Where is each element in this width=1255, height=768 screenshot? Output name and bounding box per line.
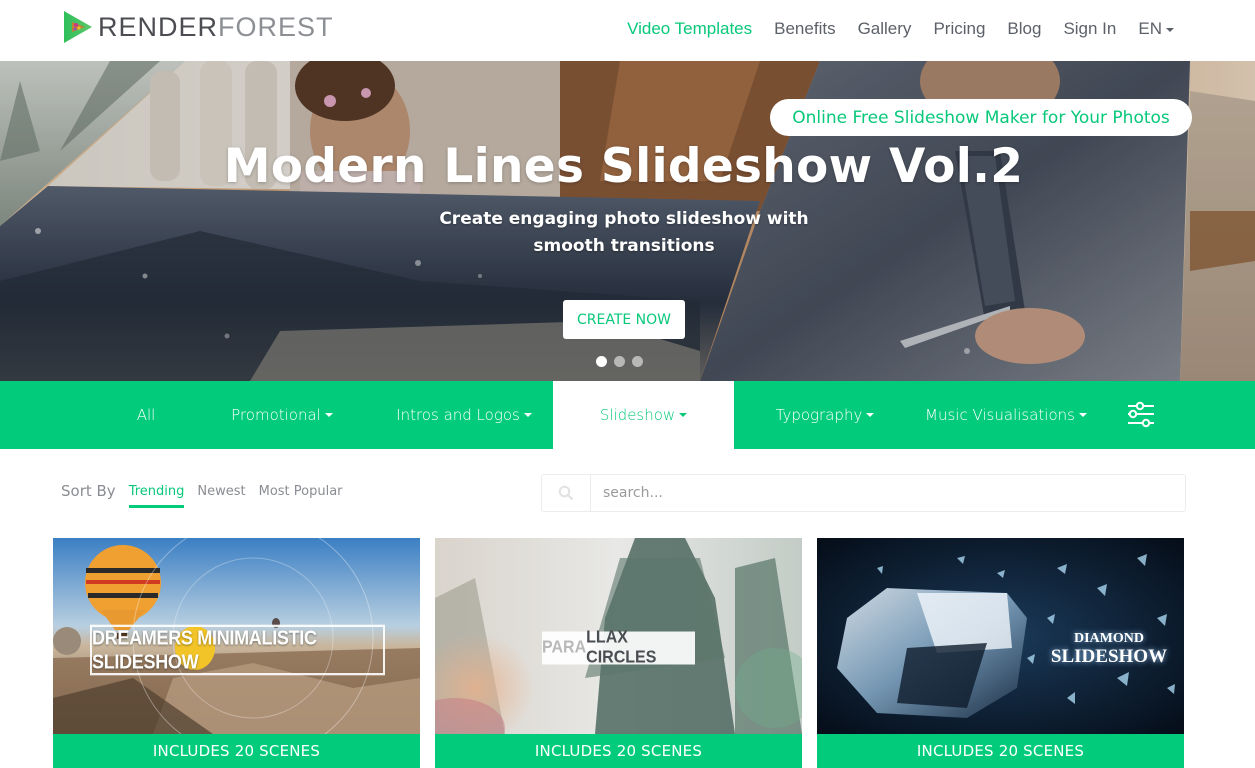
template-card[interactable]: DREAMERS MINIMALISTIC SLIDESHOW INCLUDES…: [53, 538, 420, 768]
sort-bar: Sort By Trending Newest Most Popular: [61, 481, 356, 508]
sliders-icon[interactable]: [1126, 401, 1156, 429]
category-typography[interactable]: Typography: [762, 381, 888, 449]
template-card[interactable]: PARA LLAX CIRCLES INCLUDES 20 SCENES: [435, 538, 802, 768]
nav-blog[interactable]: Blog: [1007, 18, 1041, 40]
search-icon: [558, 485, 574, 501]
sort-most-popular[interactable]: Most Popular: [259, 481, 343, 502]
category-bar: All Promotional Intros and Logos Slidesh…: [0, 381, 1255, 449]
create-now-button[interactable]: CREATE NOW: [563, 300, 685, 339]
search-button[interactable]: [542, 475, 591, 511]
hero-banner: Online Free Slideshow Maker for Your Pho…: [0, 61, 1255, 381]
nav-benefits[interactable]: Benefits: [774, 18, 835, 40]
thumbnail-title: PARA LLAX CIRCLES: [542, 628, 695, 667]
chevron-down-icon: [523, 413, 532, 417]
language-label: EN: [1138, 19, 1162, 38]
hero-subtitle: Create engaging photo slideshow with smo…: [439, 209, 809, 256]
site-header: RENDERFOREST Video Templates Benefits Ga…: [0, 0, 1255, 61]
sort-label: Sort By: [61, 482, 116, 500]
logo-text: RENDERFOREST: [98, 12, 334, 42]
search-input[interactable]: [591, 475, 1185, 511]
category-label: All: [136, 406, 156, 424]
category-label: Slideshow: [599, 406, 676, 424]
nav-pricing[interactable]: Pricing: [933, 18, 985, 40]
search-box: [541, 474, 1186, 512]
nav-video-templates[interactable]: Video Templates: [627, 18, 752, 40]
logo[interactable]: RENDERFOREST: [63, 10, 334, 44]
template-thumbnail: DREAMERS MINIMALISTIC SLIDESHOW: [53, 538, 420, 734]
chevron-down-icon: [1166, 27, 1174, 32]
template-thumbnail: DIAMOND SLIDESHOW: [817, 538, 1184, 734]
chevron-down-icon: [324, 413, 333, 417]
carousel-dot-3[interactable]: [632, 356, 643, 367]
category-slideshow[interactable]: Slideshow: [553, 381, 734, 449]
category-all[interactable]: All: [110, 381, 182, 449]
category-label: Typography: [775, 406, 863, 424]
hero-title: Modern Lines Slideshow Vol.2: [223, 139, 1024, 194]
chevron-down-icon: [1078, 413, 1087, 417]
category-promotional[interactable]: Promotional: [218, 381, 346, 449]
scenes-count-label: INCLUDES 20 SCENES: [435, 734, 802, 768]
sort-trending[interactable]: Trending: [128, 481, 184, 508]
play-logo-icon: [64, 11, 92, 43]
scenes-count-label: INCLUDES 20 SCENES: [53, 734, 420, 768]
category-music-visualisations[interactable]: Music Visualisations: [914, 381, 1098, 449]
template-card[interactable]: DIAMOND SLIDESHOW INCLUDES 20 SCENES: [817, 538, 1184, 768]
category-label: Promotional: [231, 406, 321, 424]
carousel-dot-2[interactable]: [614, 356, 625, 367]
slideshow-maker-badge[interactable]: Online Free Slideshow Maker for Your Pho…: [770, 99, 1192, 136]
main-nav: Video Templates Benefits Gallery Pricing…: [605, 18, 1174, 40]
nav-gallery[interactable]: Gallery: [858, 18, 912, 40]
sort-newest[interactable]: Newest: [197, 481, 245, 502]
scenes-count-label: INCLUDES 20 SCENES: [817, 734, 1184, 768]
thumbnail-title: DREAMERS MINIMALISTIC SLIDESHOW: [90, 624, 385, 676]
category-intros-and-logos[interactable]: Intros and Logos: [386, 381, 542, 449]
chevron-down-icon: [866, 413, 875, 417]
language-selector[interactable]: EN: [1138, 18, 1174, 40]
nav-sign-in[interactable]: Sign In: [1063, 18, 1116, 40]
chevron-down-icon: [679, 413, 688, 417]
template-thumbnail: PARA LLAX CIRCLES: [435, 538, 802, 734]
carousel-dots: [596, 356, 650, 367]
category-label: Music Visualisations: [925, 406, 1075, 424]
thumbnail-title: DIAMOND SLIDESHOW: [1050, 631, 1168, 667]
carousel-dot-1[interactable]: [596, 356, 607, 367]
category-label: Intros and Logos: [396, 406, 520, 424]
